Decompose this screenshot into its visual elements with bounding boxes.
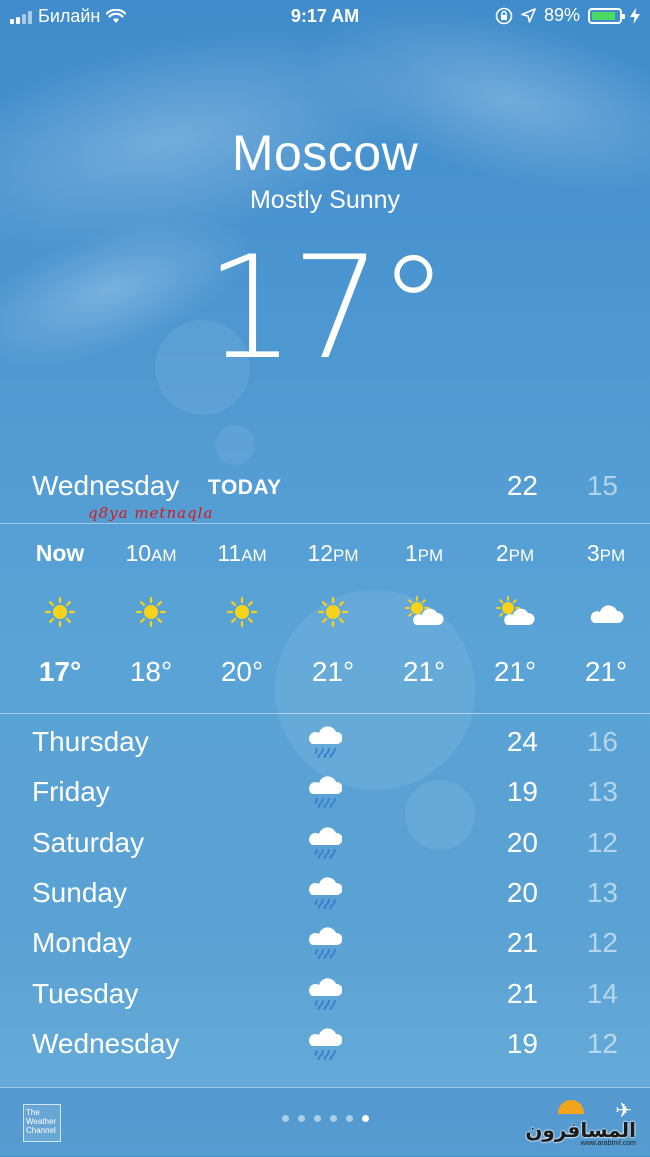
charging-bolt-icon <box>630 7 640 24</box>
page-dot[interactable] <box>313 1115 321 1122</box>
hour-label: 1PM <box>404 540 444 566</box>
day-name: Saturday <box>32 826 145 858</box>
day-name: Sunday <box>32 876 127 908</box>
daily-row: Monday 21 12 <box>32 923 622 963</box>
divider <box>0 523 650 524</box>
rain-icon <box>308 722 343 758</box>
current-temperature: 17° <box>205 226 449 391</box>
cloud-icon <box>560 584 650 640</box>
hourly-item: 11AM 20° <box>196 536 288 688</box>
status-right: 89% <box>495 5 640 26</box>
today-high: 22 <box>506 470 538 501</box>
day-high: 24 <box>506 726 538 757</box>
hour-label: 3PM <box>586 540 626 566</box>
status-bar: Билайн 9:17 AM 89% <box>0 0 650 34</box>
day-low: 12 <box>586 1027 618 1059</box>
weather-channel-logo[interactable]: The Weather Channel <box>23 1104 61 1142</box>
hourly-item: Now 17° <box>14 536 106 688</box>
sun-icon <box>287 584 379 640</box>
daily-row: Saturday 20 12 <box>32 823 622 863</box>
sun-icon <box>14 584 106 640</box>
day-name: Monday <box>32 927 132 959</box>
hour-temperature: 21° <box>584 656 628 687</box>
sun-icon <box>105 584 197 640</box>
battery-percent: 89% <box>543 5 580 25</box>
day-name: Thursday <box>32 726 149 757</box>
page-dot[interactable] <box>345 1115 353 1122</box>
day-low: 12 <box>586 826 618 858</box>
daily-row: Friday 19 13 <box>32 772 622 812</box>
partly-cloudy-icon <box>469 584 561 640</box>
hour-temperature: 21° <box>493 656 537 687</box>
day-high: 21 <box>506 927 538 959</box>
hour-label: 11AM <box>217 540 267 566</box>
hourly-item: 2PM 21° <box>469 536 561 688</box>
day-name: Wednesday <box>32 1027 180 1059</box>
page-dot[interactable] <box>361 1115 369 1122</box>
lens-flare <box>215 425 255 465</box>
rain-icon <box>308 873 343 909</box>
page-dot[interactable] <box>329 1115 337 1122</box>
daily-row: Sunday 20 13 <box>32 873 622 913</box>
day-low: 13 <box>586 776 618 808</box>
hourly-item: 3PM 21° <box>560 536 650 688</box>
daily-row: Wednesday 19 12 <box>32 1024 622 1064</box>
hourly-item: 1PM 21° <box>378 536 470 688</box>
day-name: Friday <box>32 776 110 808</box>
day-high: 21 <box>506 977 538 1009</box>
daily-row: Thursday 24 16 <box>32 722 622 762</box>
daily-row: Tuesday 21 14 <box>32 974 622 1014</box>
rain-icon <box>308 823 343 859</box>
day-low: 14 <box>586 977 618 1009</box>
hour-temperature: 18° <box>129 656 173 687</box>
rotation-lock-icon <box>495 7 513 24</box>
hour-temperature: 20° <box>220 656 264 687</box>
page-dot[interactable] <box>281 1115 289 1122</box>
rain-icon <box>308 923 343 960</box>
logo-url: www.arabtrvl.com <box>580 1140 636 1147</box>
day-low: 16 <box>586 726 618 757</box>
sun-logo-icon <box>558 1100 584 1114</box>
day-high: 20 <box>506 826 538 858</box>
hourly-item: 12PM 21° <box>287 536 379 688</box>
rain-icon <box>308 1024 343 1060</box>
location-arrow-icon <box>521 8 536 23</box>
today-day: Wednesday <box>32 470 180 501</box>
day-low: 13 <box>586 876 618 908</box>
divider <box>0 713 650 714</box>
hourly-item: 10AM 18° <box>105 536 197 688</box>
city-name: Moscow <box>231 125 419 181</box>
rain-icon <box>308 974 343 1010</box>
day-name: Tuesday <box>32 977 139 1009</box>
bottom-toolbar: The Weather Channel ✈ المسافرون www.arab… <box>0 1087 650 1157</box>
hour-label: Now <box>35 540 85 566</box>
logo-text: المسافرون <box>525 1118 636 1142</box>
hour-temperature: 21° <box>311 656 355 687</box>
today-summary: Wednesday TODAY 22 15 <box>32 470 622 504</box>
battery-icon <box>588 7 625 24</box>
partly-cloudy-icon <box>378 584 470 640</box>
watermark-text: q8ya metnaqla <box>88 504 214 522</box>
day-low: 12 <box>586 927 618 959</box>
today-label: TODAY <box>208 476 282 499</box>
rain-icon <box>308 772 343 809</box>
hour-temperature: 21° <box>402 656 446 687</box>
hour-label: 10AM <box>125 540 177 566</box>
hourly-forecast[interactable]: Now 17° 10AM 18° 11AM 20° 12PM 21° 1PM 21° 2PM 21° 3… <box>14 536 650 701</box>
hour-label: 12PM <box>307 540 359 566</box>
page-dot[interactable] <box>297 1115 305 1122</box>
weather-condition: Mostly Sunny <box>249 186 401 214</box>
day-high: 20 <box>506 876 538 908</box>
day-high: 19 <box>506 776 538 808</box>
sun-icon <box>196 584 288 640</box>
hour-label: 2PM <box>495 540 535 566</box>
hour-temperature: 17° <box>38 656 82 687</box>
today-low: 15 <box>586 470 618 501</box>
arabtrvl-watermark-logo: ✈ المسافرون www.arabtrvl.com <box>525 1098 640 1148</box>
day-high: 19 <box>506 1027 538 1059</box>
